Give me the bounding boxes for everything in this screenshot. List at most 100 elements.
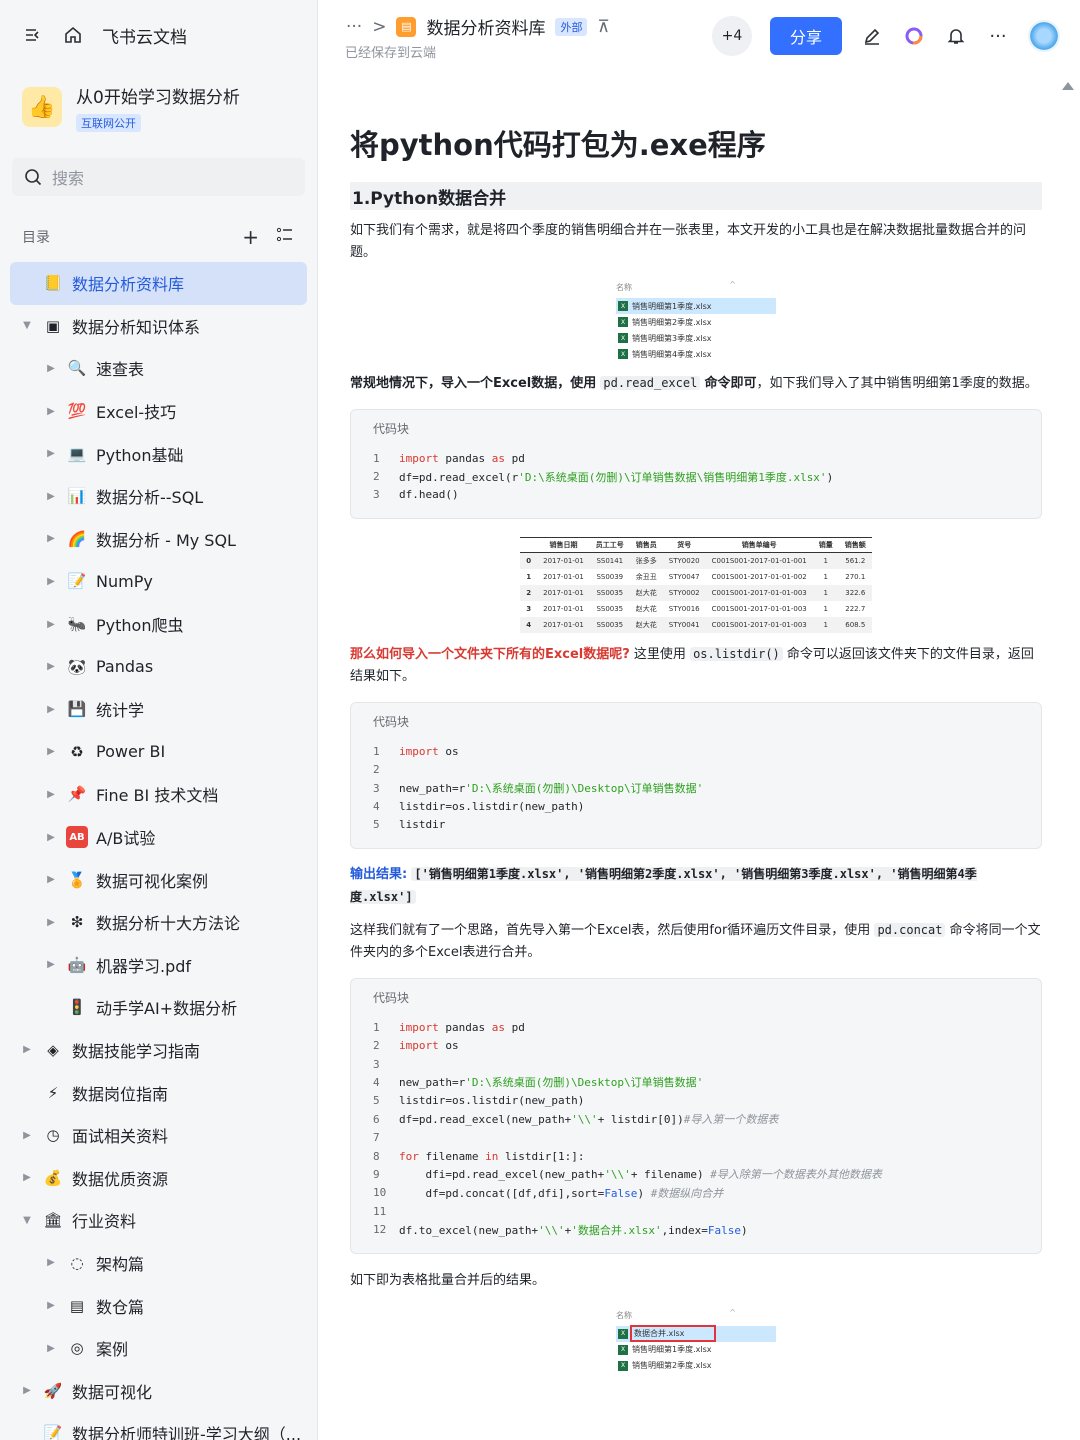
expand-caret-icon[interactable]: ▶ — [42, 661, 60, 672]
expand-caret-icon[interactable]: ▶ — [42, 874, 60, 885]
avatar[interactable] — [1028, 20, 1060, 52]
expand-caret-icon[interactable]: ▶ — [42, 789, 60, 800]
code-block[interactable]: 代码块 1 import os 2 3 new_path=r'D:\系统桌面(勿删)\D… — [350, 702, 1042, 850]
sidebar-item[interactable]: ▶ 📌 Fine BI 技术文档 — [10, 773, 307, 816]
sidebar-item[interactable]: ▶ 💾 统计学 — [10, 688, 307, 731]
code-block[interactable]: 代码块 1 import pandas as pd 2 df=pd.read_exce… — [350, 409, 1042, 520]
excel-file-icon: X — [618, 333, 628, 343]
sidebar-item[interactable]: ▶ 🐜 Python爬虫 — [10, 603, 307, 646]
sidebar-item[interactable]: ▶ 🏅 数据可视化案例 — [10, 858, 307, 901]
sidebar-item[interactable]: ▶ ♻ Power BI — [10, 731, 307, 774]
file-list-header: 名称 — [616, 280, 776, 298]
expand-caret-icon[interactable]: ▶ — [18, 1172, 36, 1183]
sidebar-item[interactable]: ▶ ▤ 数仓篇 — [10, 1284, 307, 1327]
ai-assistant-icon[interactable] — [902, 24, 926, 48]
expand-caret-icon[interactable]: ▶ — [42, 1257, 60, 1268]
expand-caret-icon[interactable]: ▶ — [42, 533, 60, 544]
sidebar-item[interactable]: ⚡ 数据岗位指南 — [10, 1071, 307, 1114]
document: 将python代码打包为.exe程序 1.Python数据合并 如下我们有个需求… — [350, 100, 1042, 1374]
item-icon: 📊 — [67, 487, 87, 506]
sidebar-item[interactable]: ▶ 💰 数据优质资源 — [10, 1156, 307, 1199]
sidebar-item[interactable]: 📒 数据分析资料库 — [10, 262, 307, 305]
space-header[interactable]: 👍 从0开始学习数据分析 互联网公开 — [0, 70, 317, 144]
sidebar-item[interactable]: ▶ ❇ 数据分析十大方法论 — [10, 901, 307, 944]
expand-caret-icon[interactable]: ▶ — [42, 406, 60, 417]
expand-caret-icon[interactable]: ▶ — [18, 1385, 36, 1396]
table-row: 1 2017-01-01 SS0039 余丑丑 STY0047 C001S001-2017… — [520, 569, 872, 585]
table-cell: 1 — [812, 585, 839, 602]
table-cell: 2017-01-01 — [543, 573, 584, 582]
sidebar-item[interactable]: ▶ ◈ 数据技能学习指南 — [10, 1029, 307, 1072]
code-block[interactable]: 代码块 1 import pandas as pd 2 import os 3 4 new_… — [350, 978, 1042, 1254]
pin-icon[interactable]: ⊼ — [597, 17, 609, 37]
expand-caret-icon[interactable]: ▶ — [42, 917, 60, 928]
sidebar-item-label: Python爬虫 — [96, 616, 184, 636]
code-line: 4 new_path=r'D:\系统桌面(勿删)\Desktop\订单销售数据' — [373, 1073, 1019, 1091]
sidebar-item[interactable]: ▶ 📝 NumPy — [10, 560, 307, 603]
expand-caret-icon[interactable]: ▶ — [18, 1044, 36, 1055]
sidebar-item[interactable]: 🚦 动手学AI+数据分析 — [10, 986, 307, 1029]
expand-caret-icon[interactable]: ▼ — [18, 1215, 36, 1226]
expand-caret-icon[interactable]: ▶ — [42, 363, 60, 374]
more-breadcrumb-icon[interactable]: ··· — [346, 17, 362, 37]
expand-caret-icon[interactable]: ▶ — [42, 1343, 60, 1354]
expand-caret-icon[interactable]: ▶ — [42, 832, 60, 843]
collaborators-count[interactable]: +4 — [712, 16, 752, 56]
file-list-screenshot: 名称 X数据合并.xlsxX销售明细第1季度.xlsxX销售明细第2季度.xls… — [616, 1308, 776, 1374]
item-icon: 📌 — [67, 785, 87, 804]
brand-name[interactable]: 飞书云文档 — [102, 23, 187, 48]
line-number: 5 — [373, 818, 380, 832]
sidebar-item[interactable]: ▶ ◌ 架构篇 — [10, 1242, 307, 1285]
sidebar-item[interactable]: ▶ 💻 Python基础 — [10, 432, 307, 475]
item-icon: ◈ — [47, 1040, 59, 1059]
sidebar-item[interactable]: ▶ 💯 Excel-技巧 — [10, 390, 307, 433]
sidebar-item[interactable]: ▶ ◷ 面试相关资料 — [10, 1114, 307, 1157]
expand-caret-icon[interactable]: ▶ — [42, 576, 60, 587]
edit-icon[interactable] — [860, 24, 884, 48]
sidebar-item-label: 数据可视化 — [72, 1382, 153, 1402]
sidebar-item-label: Python基础 — [96, 445, 184, 465]
sidebar-item[interactable]: ▶ ◎ 案例 — [10, 1327, 307, 1370]
line-number: 3 — [373, 1057, 380, 1071]
list-settings-icon[interactable] — [275, 225, 295, 250]
sidebar-item[interactable]: ▶ 🔍 速查表 — [10, 347, 307, 390]
more-icon[interactable]: ··· — [986, 24, 1010, 48]
sidebar-item-label: 数据分析--SQL — [96, 488, 204, 508]
sidebar-item-label: 数据分析十大方法论 — [96, 914, 241, 934]
home-icon[interactable] — [62, 24, 84, 46]
expand-caret-icon[interactable]: ▶ — [42, 619, 60, 630]
sidebar-item[interactable]: ▶ AB A/B试验 — [10, 816, 307, 859]
add-icon[interactable]: + — [242, 225, 259, 250]
doc-tree: 📒 数据分析资料库 ▼ ▣ 数据分析知识体系 ▶ 🔍 速查表 ▶ 💯 Excel-技巧 ▶ 💻 Pytho… — [0, 262, 317, 1440]
sidebar-item[interactable]: ▶ 🐼 Pandas — [10, 645, 307, 688]
inline-code: os.listdir() — [690, 647, 783, 662]
paragraph-result: 如下即为表格批量合并后的结果。 — [350, 1272, 546, 1288]
expand-caret-icon[interactable]: ▶ — [42, 704, 60, 715]
line-number: 12 — [373, 1223, 387, 1237]
expand-caret-icon[interactable]: ▶ — [42, 1300, 60, 1311]
sidebar-item[interactable]: 📝 数据分析师特训班-学习大纲（... — [10, 1412, 307, 1440]
collapse-sidebar-icon[interactable] — [22, 24, 44, 46]
chevron-right-icon: > — [372, 16, 387, 37]
code-line: 3 new_path=r'D:\系统桌面(勿删)\Desktop\订单销售数据' — [373, 779, 1019, 797]
table-header-cell: 销量 — [812, 537, 839, 554]
sidebar-item[interactable]: ▶ 📊 数据分析--SQL — [10, 475, 307, 518]
expand-caret-icon[interactable]: ▶ — [42, 448, 60, 459]
sidebar-item[interactable]: ▶ 🌈 数据分析 - My SQL — [10, 518, 307, 561]
line-number: 2 — [373, 763, 380, 777]
sidebar-item[interactable]: ▶ 🚀 数据可视化 — [10, 1369, 307, 1412]
bell-icon[interactable] — [944, 24, 968, 48]
expand-caret-icon[interactable]: ▶ — [42, 746, 60, 757]
expand-caret-icon[interactable]: ▶ — [42, 959, 60, 970]
doc-title-crumb[interactable]: 数据分析资料库 — [426, 14, 545, 39]
expand-caret-icon[interactable]: ▼ — [18, 320, 36, 331]
table-cell: 1 — [812, 552, 839, 570]
expand-caret-icon[interactable]: ▶ — [18, 1130, 36, 1141]
scroll-up-arrow[interactable] — [1062, 82, 1074, 90]
sidebar-item[interactable]: ▼ 🏛 行业资料 — [10, 1199, 307, 1242]
share-button[interactable]: 分享 — [770, 17, 842, 55]
sidebar-search[interactable]: 搜索 — [12, 158, 305, 196]
expand-caret-icon[interactable]: ▶ — [42, 491, 60, 502]
sidebar-item[interactable]: ▶ 🤖 机器学习.pdf — [10, 944, 307, 987]
sidebar-item[interactable]: ▼ ▣ 数据分析知识体系 — [10, 305, 307, 348]
